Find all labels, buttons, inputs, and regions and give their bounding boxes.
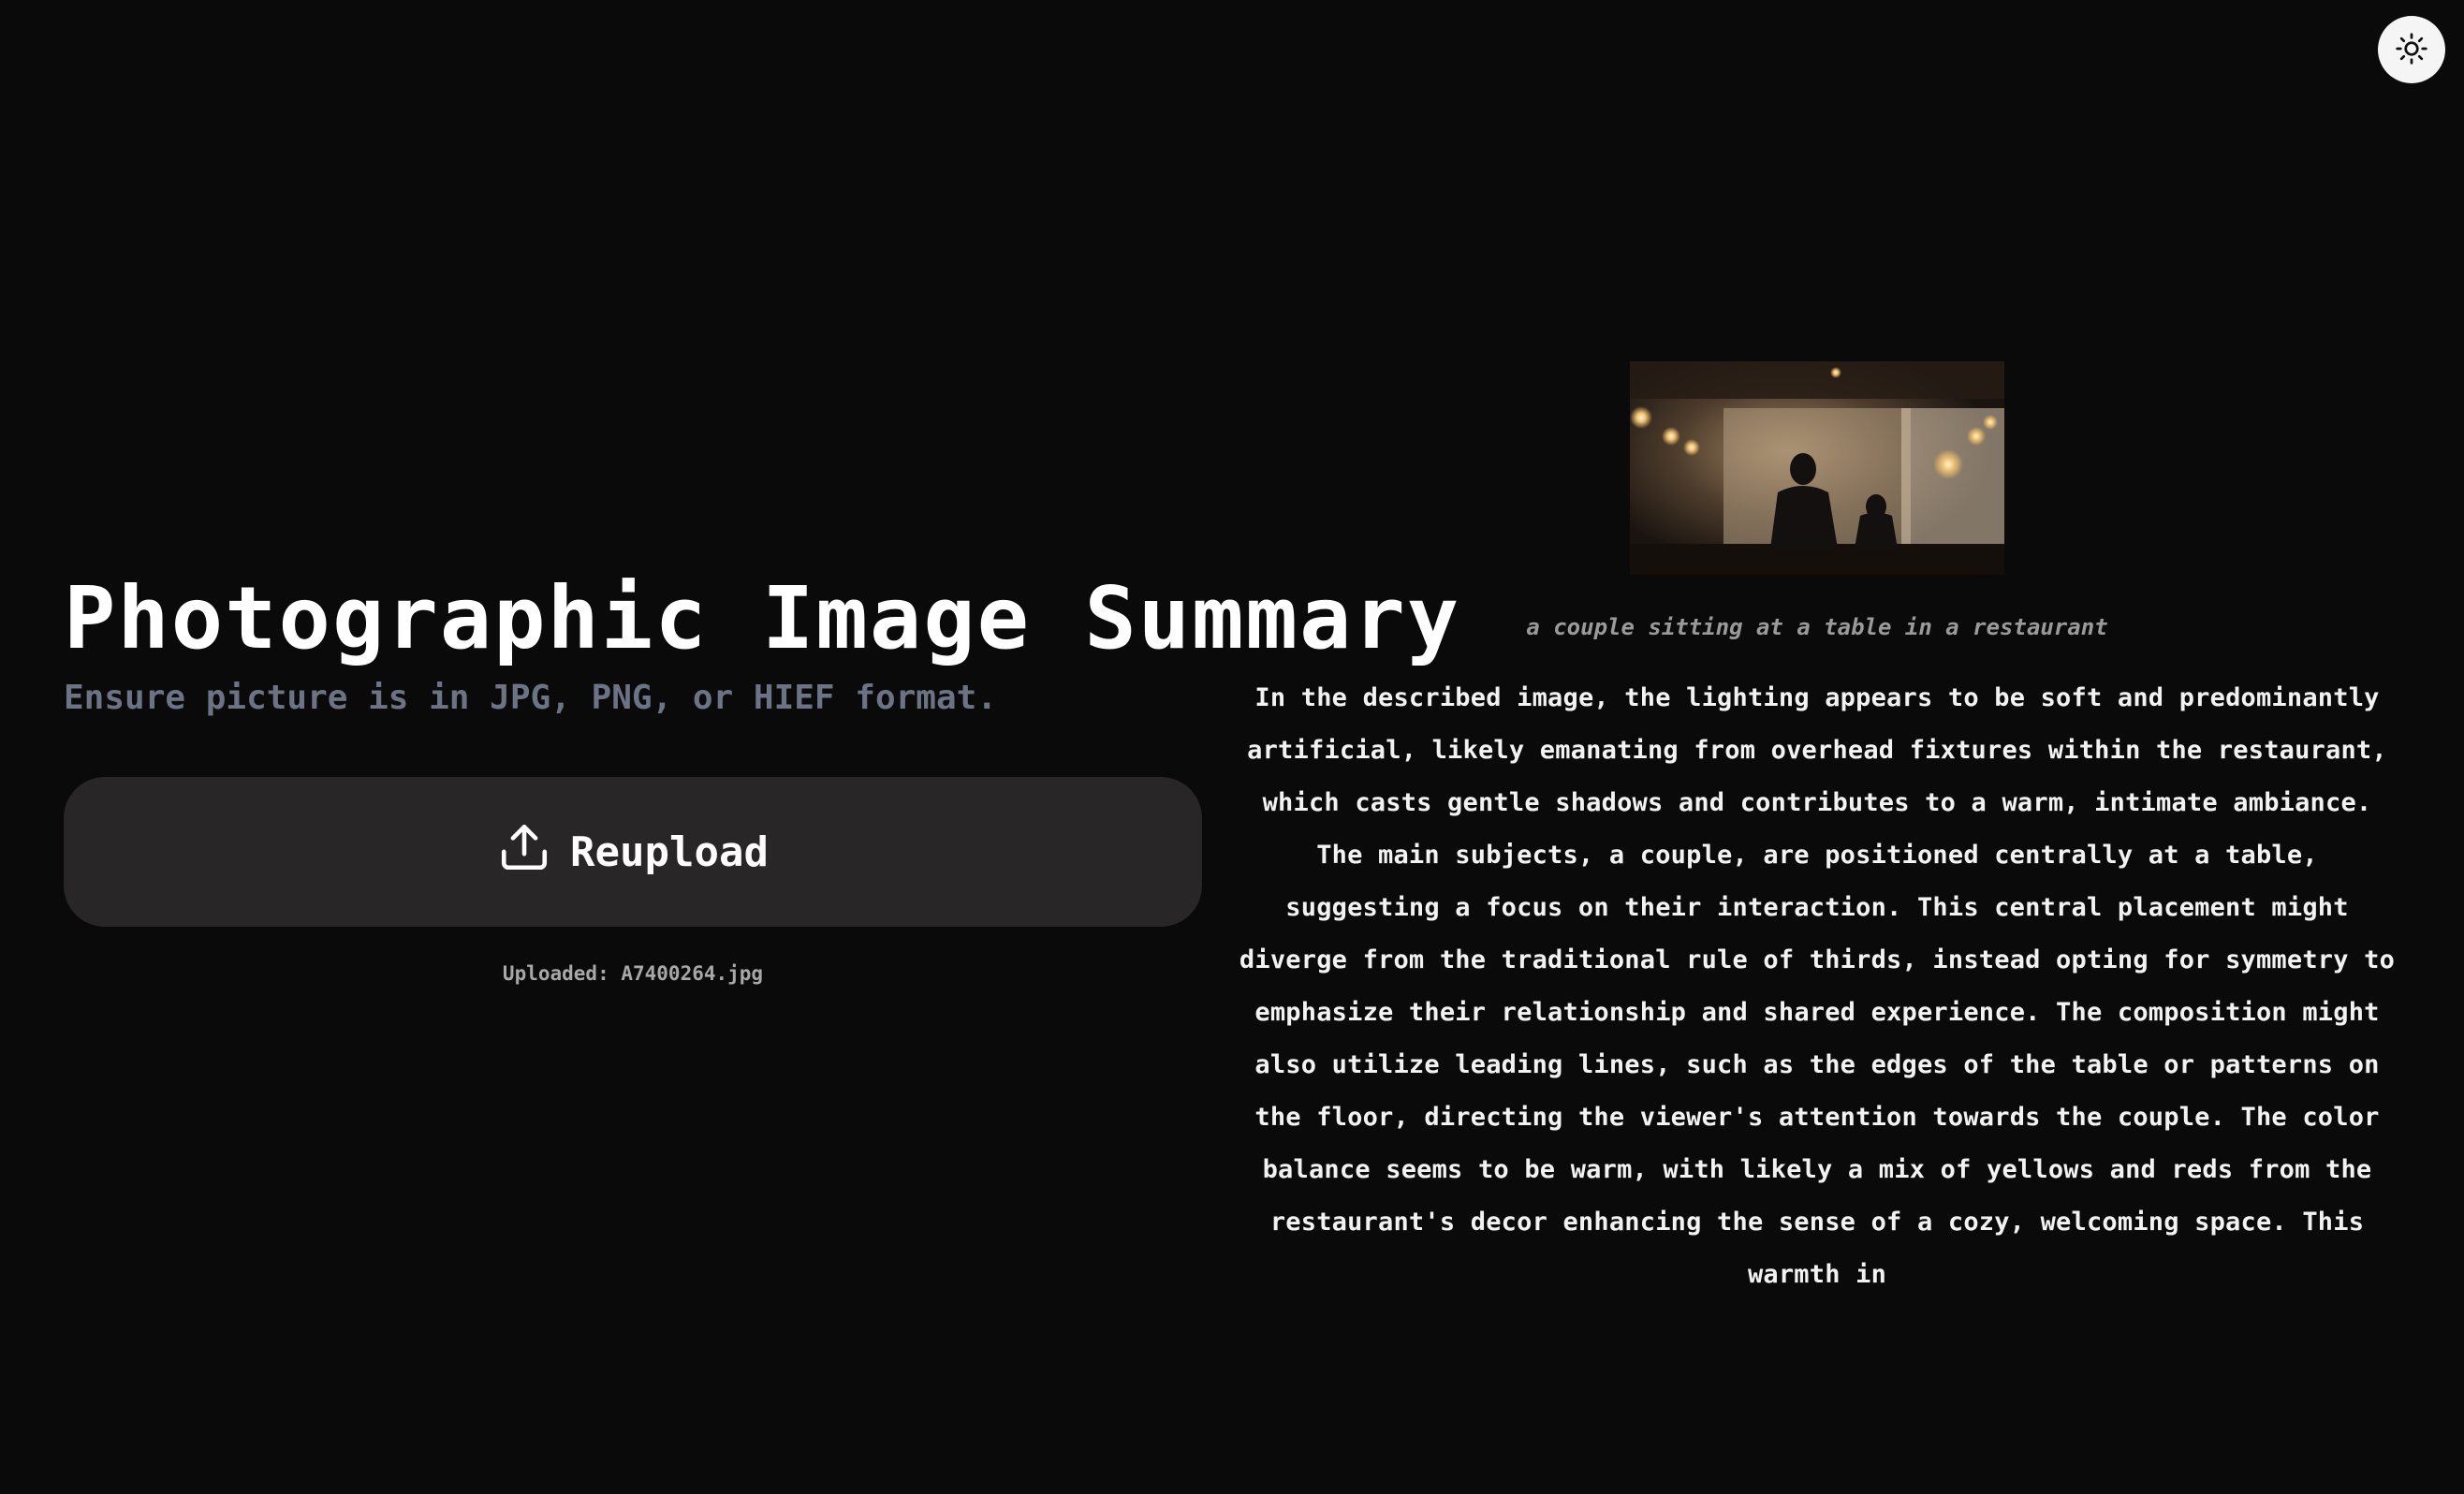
format-hint: Ensure picture is in JPG, PNG, or HIEF f… bbox=[64, 679, 997, 718]
reupload-button[interactable]: Reupload bbox=[64, 777, 1202, 928]
theme-toggle-button[interactable] bbox=[2378, 16, 2445, 83]
upload-icon bbox=[497, 820, 551, 885]
result-panel: a couple sitting at a table in a restaur… bbox=[1232, 361, 2402, 1301]
sun-icon bbox=[2395, 32, 2428, 68]
image-caption: a couple sitting at a table in a restaur… bbox=[1526, 614, 2108, 640]
uploaded-filename: Uploaded: A7400264.jpg bbox=[502, 962, 764, 986]
page-title: Photographic Image Summary bbox=[64, 568, 1461, 668]
upload-panel: Photographic Image Summary Ensure pictur… bbox=[64, 568, 1461, 986]
image-description: In the described image, the lighting app… bbox=[1239, 683, 2396, 1289]
reupload-label: Reupload bbox=[570, 828, 769, 876]
uploaded-image-thumbnail bbox=[1630, 361, 2004, 575]
page: Photographic Image Summary Ensure pictur… bbox=[0, 0, 2464, 1494]
